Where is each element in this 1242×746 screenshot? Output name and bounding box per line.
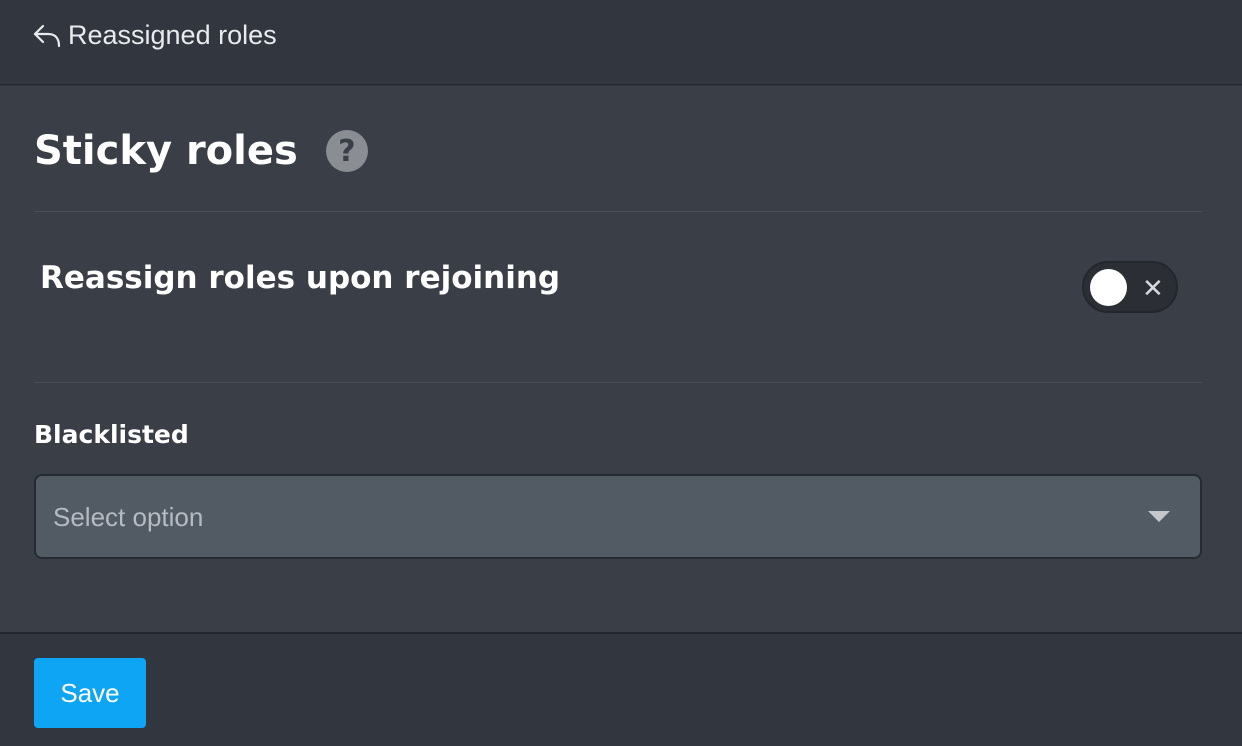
top-bar: Reassigned roles — [0, 0, 1242, 85]
select-placeholder: Select option — [53, 502, 204, 532]
divider — [34, 211, 1202, 212]
blacklisted-select[interactable]: Select option — [34, 474, 1202, 559]
question-circle-icon[interactable]: ? — [325, 130, 368, 172]
footer: Save — [0, 632, 1242, 746]
close-icon: ✕ — [1142, 273, 1164, 303]
reply-arrow-icon — [32, 23, 62, 49]
settings-panel: Sticky roles ? Reassign roles upon rejoi… — [0, 86, 1242, 632]
reassign-roles-label: Reassign roles upon rejoining — [40, 260, 561, 296]
blacklisted-label: Blacklisted — [34, 420, 189, 449]
title-row: Sticky roles ? — [34, 128, 368, 174]
divider — [34, 382, 1202, 383]
toggle-knob — [1090, 269, 1127, 306]
back-link[interactable]: Reassigned roles — [32, 20, 277, 51]
chevron-down-icon — [1148, 511, 1170, 522]
save-button[interactable]: Save — [34, 658, 146, 728]
page-title: Sticky roles — [34, 128, 298, 174]
reassign-roles-toggle[interactable]: ✕ — [1082, 261, 1178, 313]
back-link-label: Reassigned roles — [68, 20, 277, 50]
